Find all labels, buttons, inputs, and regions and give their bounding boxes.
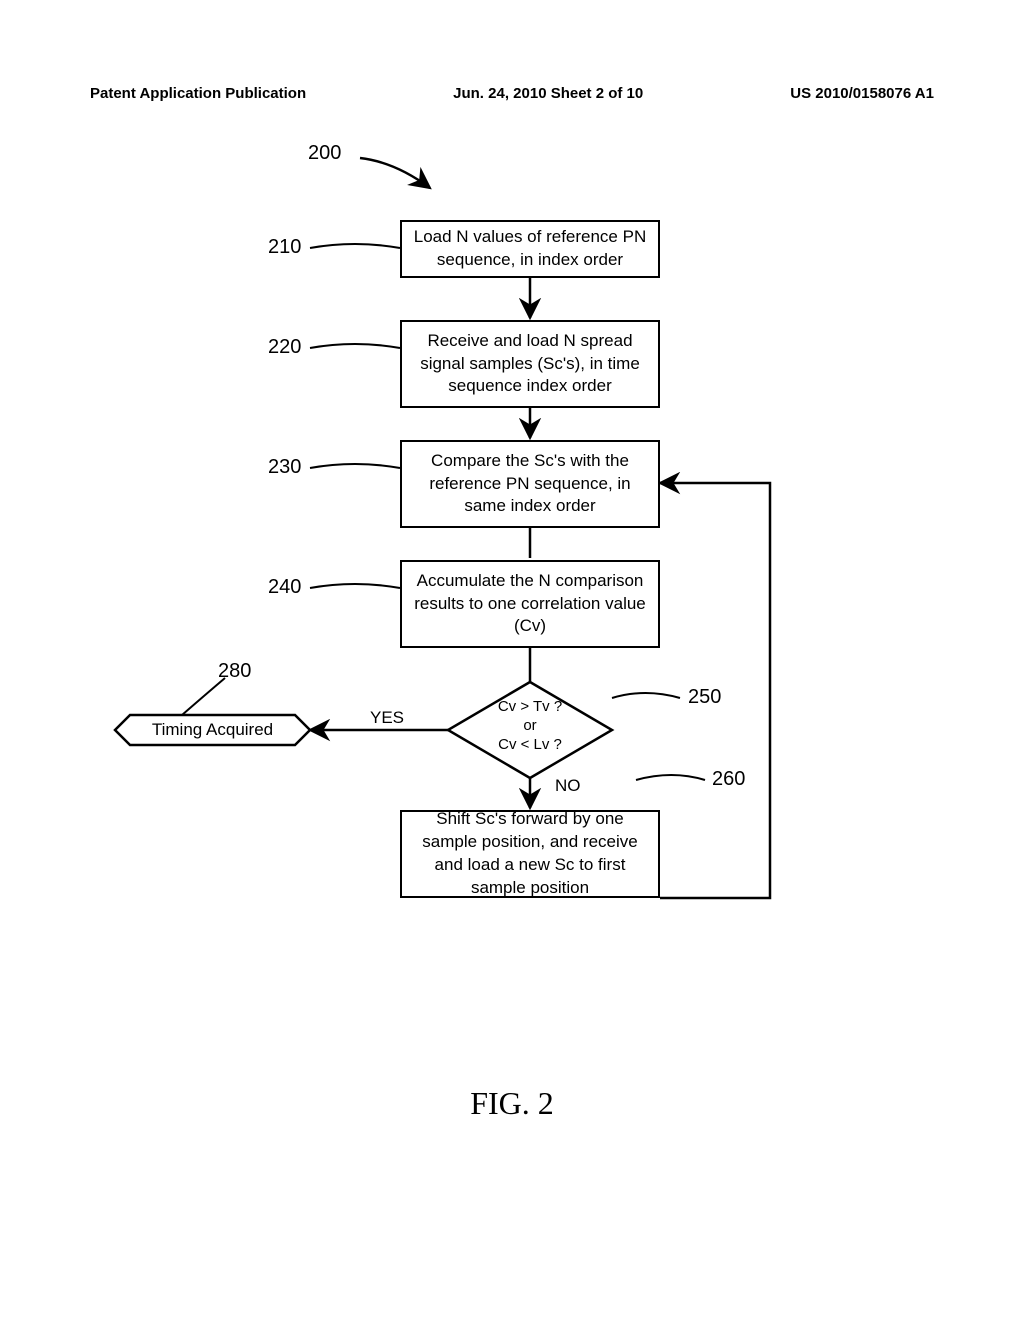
step-260-shift: Shift Sc's forward by one sample positio… [400, 810, 660, 898]
ref-210: 210 [268, 236, 301, 259]
flowchart: Load N values of reference PN sequence, … [0, 140, 1024, 1040]
ref-230: 230 [268, 456, 301, 479]
ref-260: 260 [712, 768, 745, 791]
decision-250: Cv > Tv ? or Cv < Lv ? [448, 698, 612, 754]
ref-200: 200 [308, 142, 341, 165]
header-right: US 2010/0158076 A1 [790, 85, 934, 102]
step-210-load-reference: Load N values of reference PN sequence, … [400, 220, 660, 278]
branch-yes-label: YES [370, 708, 404, 728]
ref-240: 240 [268, 576, 301, 599]
terminator-280: Timing Acquired [120, 720, 305, 740]
ref-250: 250 [688, 686, 721, 709]
step-220-text: Receive and load N spread signal samples… [412, 330, 648, 399]
step-230-text: Compare the Sc's with the reference PN s… [412, 450, 648, 519]
branch-no-label: NO [555, 776, 581, 796]
decision-line3: Cv < Lv ? [448, 736, 612, 755]
page-header: Patent Application Publication Jun. 24, … [90, 85, 934, 102]
header-left: Patent Application Publication [90, 85, 306, 102]
header-center: Jun. 24, 2010 Sheet 2 of 10 [453, 85, 643, 102]
decision-line2: or [448, 717, 612, 736]
step-260-text: Shift Sc's forward by one sample positio… [412, 808, 648, 900]
ref-220: 220 [268, 336, 301, 359]
step-240-accumulate: Accumulate the N comparison results to o… [400, 560, 660, 648]
step-220-receive-samples: Receive and load N spread signal samples… [400, 320, 660, 408]
step-230-compare: Compare the Sc's with the reference PN s… [400, 440, 660, 528]
decision-line1: Cv > Tv ? [448, 698, 612, 717]
figure-label: FIG. 2 [0, 1085, 1024, 1122]
ref-280: 280 [218, 660, 251, 683]
step-210-text: Load N values of reference PN sequence, … [412, 226, 648, 272]
terminator-280-text: Timing Acquired [152, 720, 273, 739]
step-240-text: Accumulate the N comparison results to o… [412, 570, 648, 639]
